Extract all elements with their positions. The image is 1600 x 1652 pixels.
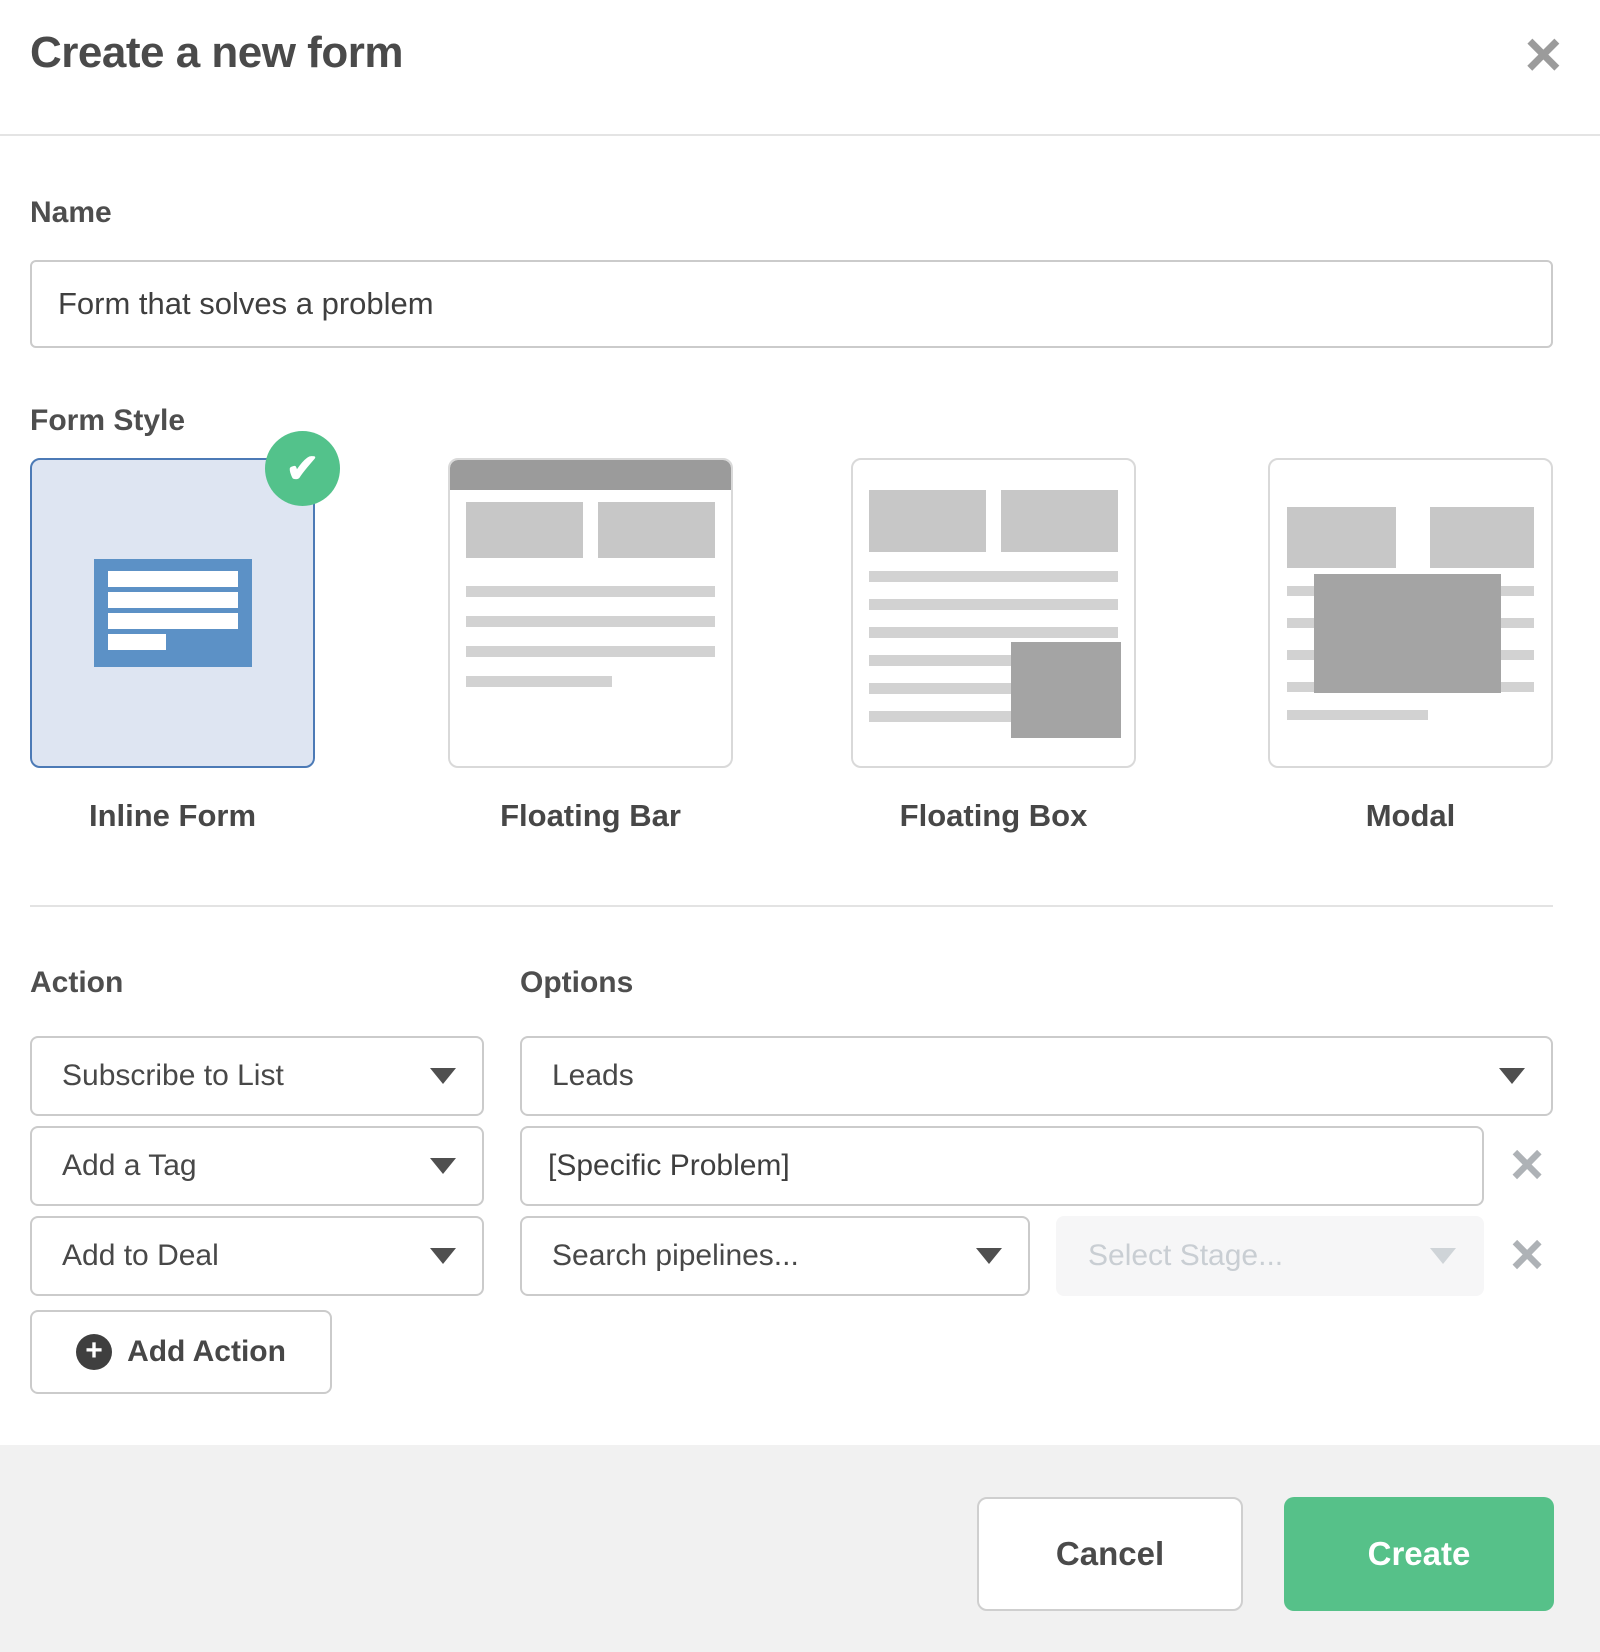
- chevron-down-icon: [430, 1068, 456, 1084]
- stage-select-placeholder: Select Stage...: [1088, 1239, 1283, 1273]
- form-style-label-floating-bar: Floating Bar: [448, 798, 733, 834]
- create-button[interactable]: Create: [1284, 1497, 1554, 1611]
- chevron-down-icon: [430, 1248, 456, 1264]
- create-form-modal: Create a new form × Name Form Style ✔: [0, 0, 1600, 1652]
- form-style-label: Form Style: [30, 404, 185, 438]
- option-select-list-value: Leads: [552, 1059, 634, 1093]
- inline-form-preview-icon: [94, 559, 252, 667]
- add-action-button[interactable]: + Add Action: [30, 1310, 332, 1394]
- chevron-down-icon: [1430, 1248, 1456, 1264]
- close-icon[interactable]: ×: [1525, 22, 1562, 86]
- cancel-button[interactable]: Cancel: [977, 1497, 1243, 1611]
- pipeline-select[interactable]: Search pipelines...: [520, 1216, 1030, 1296]
- chevron-down-icon: [1499, 1068, 1525, 1084]
- action-select-3-value: Add to Deal: [62, 1239, 219, 1273]
- form-style-label-floating-box: Floating Box: [851, 798, 1136, 834]
- action-column-label: Action: [30, 966, 123, 1000]
- remove-row-icon[interactable]: ×: [1504, 1143, 1550, 1189]
- form-name-input[interactable]: [30, 260, 1553, 348]
- section-divider: [30, 905, 1553, 907]
- floating-bar-preview-icon: [450, 460, 731, 687]
- form-style-option-inline-form[interactable]: ✔: [30, 458, 315, 768]
- modal-preview-icon: [1270, 507, 1551, 720]
- remove-row-icon[interactable]: ×: [1504, 1233, 1550, 1279]
- action-select-1-value: Subscribe to List: [62, 1059, 284, 1093]
- pipeline-select-value: Search pipelines...: [552, 1239, 799, 1273]
- action-select-3[interactable]: Add to Deal: [30, 1216, 484, 1296]
- form-style-label-inline-form: Inline Form: [30, 798, 315, 834]
- action-select-2-value: Add a Tag: [62, 1149, 197, 1183]
- name-label: Name: [30, 196, 112, 230]
- action-select-1[interactable]: Subscribe to List: [30, 1036, 484, 1116]
- options-column-label: Options: [520, 966, 633, 1000]
- floating-box-preview-icon: [853, 490, 1134, 722]
- page-title: Create a new form: [30, 28, 403, 78]
- header-divider: [0, 134, 1600, 136]
- form-style-option-floating-bar[interactable]: [448, 458, 733, 768]
- action-select-2[interactable]: Add a Tag: [30, 1126, 484, 1206]
- option-select-list[interactable]: Leads: [520, 1036, 1553, 1116]
- form-style-option-modal[interactable]: [1268, 458, 1553, 768]
- selected-check-icon: ✔: [265, 431, 340, 506]
- plus-icon: +: [76, 1334, 112, 1370]
- chevron-down-icon: [976, 1248, 1002, 1264]
- form-style-label-modal: Modal: [1268, 798, 1553, 834]
- chevron-down-icon: [430, 1158, 456, 1174]
- form-style-option-floating-box[interactable]: [851, 458, 1136, 768]
- tag-input[interactable]: [520, 1126, 1484, 1206]
- stage-select-disabled[interactable]: Select Stage...: [1056, 1216, 1484, 1296]
- add-action-label: Add Action: [127, 1335, 286, 1369]
